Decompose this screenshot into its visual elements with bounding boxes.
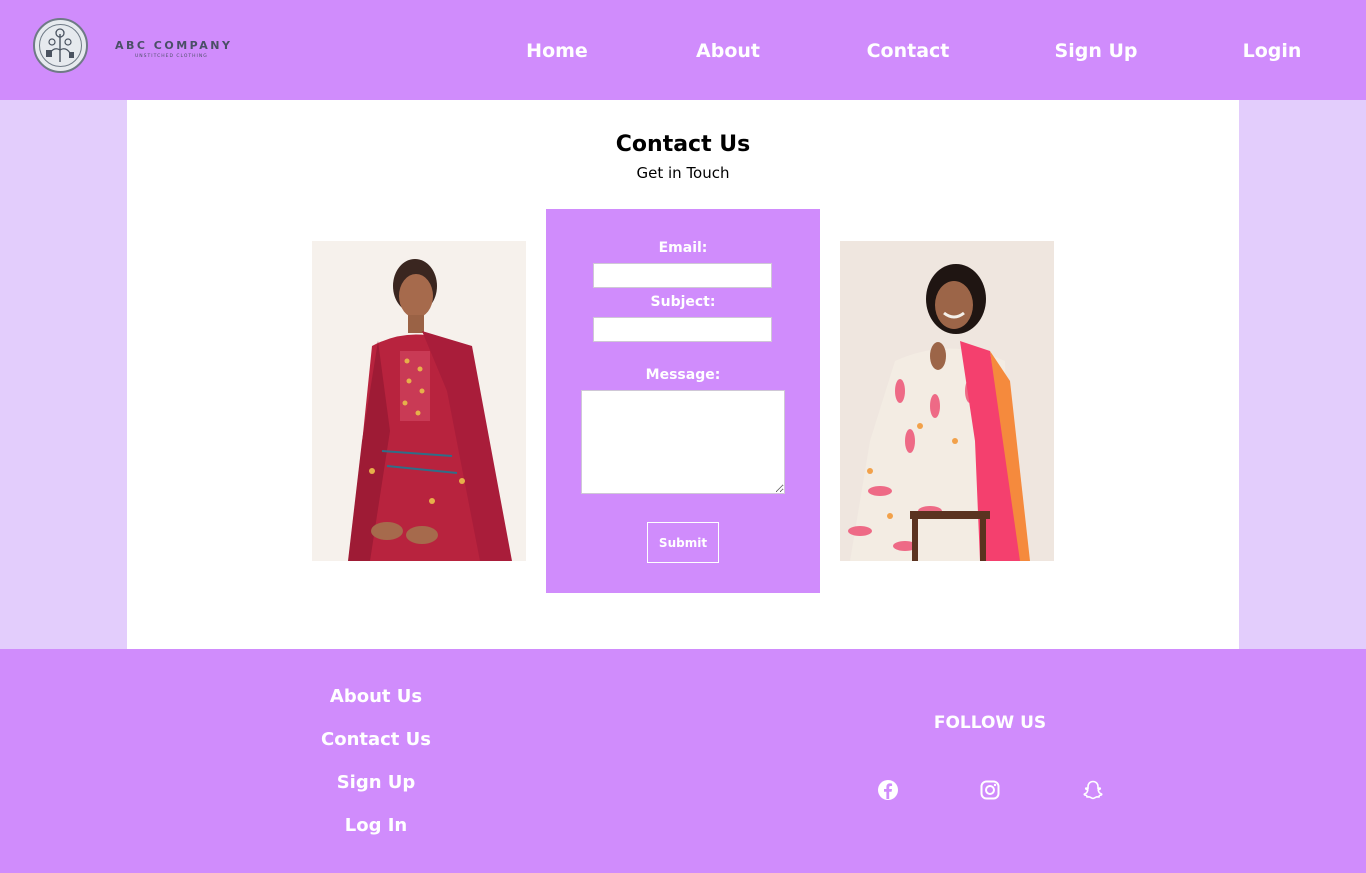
subject-field[interactable]	[593, 317, 772, 342]
main-content: Contact Us Get in Touch Email: Subject: …	[127, 100, 1239, 649]
follow-us-heading: FOLLOW US	[933, 713, 1047, 733]
nav-login[interactable]: Login	[1243, 40, 1302, 62]
footer-link-log-in[interactable]: Log In	[345, 815, 408, 836]
model-red-outfit-image	[312, 241, 526, 561]
page-title: Contact Us	[615, 132, 751, 157]
site-footer: About Us Contact Us Sign Up Log In FOLLO…	[0, 649, 1366, 873]
email-label: Email:	[658, 240, 708, 256]
flower-logo-icon	[39, 24, 82, 67]
page-subtitle: Get in Touch	[636, 164, 730, 182]
nav-home[interactable]: Home	[526, 40, 588, 62]
nav-sign-up[interactable]: Sign Up	[1055, 40, 1138, 62]
brand-tagline: UNSTITCHED CLOTHING	[135, 54, 208, 59]
model-white-pink-outfit-image	[840, 241, 1054, 561]
footer-link-contact-us[interactable]: Contact Us	[321, 729, 431, 750]
instagram-icon[interactable]	[979, 779, 1001, 801]
footer-link-about-us[interactable]: About Us	[330, 686, 422, 707]
subject-label: Subject:	[650, 294, 716, 310]
footer-link-sign-up[interactable]: Sign Up	[337, 772, 416, 793]
message-label: Message:	[645, 367, 721, 383]
brand-wordmark[interactable]: ABC COMPANY UNSTITCHED CLOTHING	[115, 39, 232, 59]
nav-about[interactable]: About	[696, 40, 760, 62]
snapchat-icon[interactable]	[1082, 779, 1104, 801]
nav-contact[interactable]: Contact	[867, 40, 950, 62]
brand-name: ABC COMPANY	[115, 39, 233, 52]
email-field[interactable]	[593, 263, 772, 288]
model-photo-left	[312, 241, 526, 561]
contact-form: Email: Subject: Message: Submit	[546, 209, 820, 593]
site-header: ABC COMPANY UNSTITCHED CLOTHING Home Abo…	[0, 0, 1366, 100]
message-textarea[interactable]	[581, 390, 785, 494]
logo-emblem[interactable]	[33, 18, 88, 73]
facebook-icon[interactable]	[877, 779, 899, 801]
model-photo-right	[840, 241, 1054, 561]
submit-button[interactable]: Submit	[647, 522, 719, 563]
